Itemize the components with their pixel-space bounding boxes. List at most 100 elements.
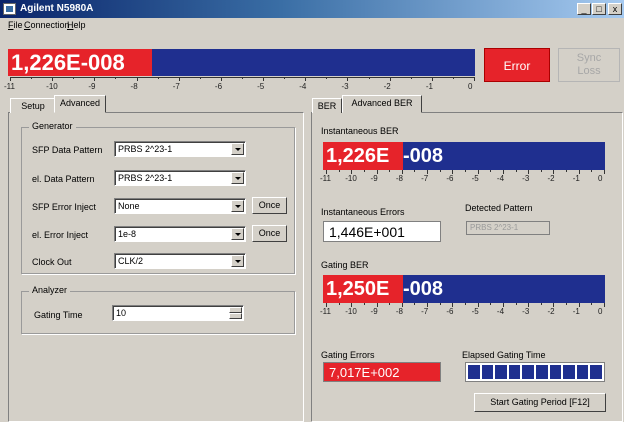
menu-connection[interactable]: Connection [24, 19, 70, 31]
gate-scale-tick-label: -11 [320, 307, 331, 316]
gating-errors-label: Gating Errors [321, 350, 375, 360]
clock-out-select[interactable]: CLK/2 [114, 253, 246, 269]
top-scale-minor-tick [242, 77, 243, 79]
elapsed-gating-time-label: Elapsed Gating Time [462, 350, 546, 360]
sfp-once-button[interactable]: Once [252, 197, 287, 214]
top-scale-tick-mark [305, 77, 307, 81]
gate-scale-minor-tick [591, 303, 593, 305]
start-gating-period-button[interactable]: Start Gating Period [F12] [474, 393, 606, 412]
top-scale-tick-mark [474, 77, 475, 81]
top-scale-tick-mark [431, 77, 433, 81]
minimize-button[interactable]: _ [577, 3, 591, 15]
top-scale-tick-label: -7 [172, 82, 180, 91]
menu-help[interactable]: Help [67, 19, 86, 31]
top-scale-tick-mark [347, 77, 349, 81]
gate-scale-minor-tick [414, 303, 416, 305]
el-data-pattern-select[interactable]: PRBS 2^23-1 [114, 170, 246, 186]
top-scale-tick-label: -9 [88, 82, 96, 91]
window-title: Agilent N5980A [20, 3, 94, 14]
progress-segment [481, 365, 494, 379]
inst-scale-minor-tick [389, 170, 391, 172]
instantaneous-ber-label: Instantaneous BER [321, 126, 399, 136]
generator-group-title: Generator [29, 121, 76, 131]
el-once-button[interactable]: Once [252, 225, 287, 242]
el-data-pattern-label: el. Data Pattern [32, 174, 95, 184]
tab-advanced-ber[interactable]: Advanced BER [342, 95, 422, 113]
instantaneous-errors-value: 1,446E+001 [323, 221, 441, 242]
top-scale-minor-tick [410, 77, 412, 79]
inst-scale-minor-tick [465, 170, 466, 172]
gate-scale-minor-tick [439, 303, 441, 305]
sfp-error-inject-label: SFP Error Inject [32, 202, 96, 212]
gate-scale-tick-label: -9 [370, 307, 378, 316]
gate-scale-tick-label: -7 [421, 307, 429, 316]
top-scale-tick-mark [178, 77, 180, 81]
instantaneous-errors-label: Instantaneous Errors [321, 207, 405, 217]
tab-setup[interactable]: Setup [10, 98, 56, 113]
maximize-button[interactable]: □ [592, 3, 606, 15]
progress-segment [576, 365, 589, 379]
chevron-down-icon[interactable] [231, 143, 244, 155]
gate-scale-tick-label: -4 [496, 307, 505, 316]
sfp-error-inject-select[interactable]: None [114, 198, 246, 214]
inst-scale-tick-label: -9 [370, 174, 378, 183]
window-titlebar: Agilent N5980A [0, 0, 624, 18]
progress-segment [522, 365, 534, 379]
inst-scale-tick-label: -1 [572, 174, 580, 183]
chevron-down-icon[interactable] [231, 172, 244, 184]
top-scale-tick-mark [220, 77, 222, 81]
gating-errors-value: 7,017E+002 [323, 362, 441, 382]
gate-scale-minor-tick [566, 303, 568, 305]
top-scale-minor-tick [199, 77, 201, 79]
instantaneous-ber-exponent: -008 [403, 145, 444, 167]
gating-time-spinner[interactable]: 10 [112, 305, 244, 321]
top-ber-value: 1,226E-008 [8, 49, 152, 76]
gate-scale-tick-label: -1 [572, 307, 580, 316]
chevron-down-icon[interactable] [231, 200, 244, 212]
detected-pattern-label: Detected Pattern [465, 203, 533, 213]
gating-ber-mantissa: 1,250E [323, 275, 403, 303]
chevron-down-icon[interactable] [231, 228, 244, 240]
analyzer-group-title: Analyzer [29, 285, 71, 295]
top-scale-tick-mark [94, 77, 96, 81]
top-scale-minor-tick [73, 77, 75, 79]
inst-scale-tick-label: -10 [345, 174, 357, 183]
inst-scale-tick-label: -7 [421, 174, 429, 183]
inst-scale-tick-label: 0 [598, 174, 603, 183]
gate-scale-minor-tick [515, 303, 517, 305]
inst-scale-minor-tick [414, 170, 416, 172]
inst-scale-tick-label: -11 [320, 174, 331, 183]
el-error-inject-select[interactable]: 1e-8 [114, 226, 246, 242]
top-scale-tick-label: -10 [46, 82, 58, 91]
close-button[interactable]: x [608, 3, 622, 15]
gate-scale-minor-tick [490, 303, 492, 305]
gate-scale-minor-tick [338, 303, 340, 305]
spin-down-icon[interactable] [229, 313, 242, 319]
menu-file[interactable]: File [8, 19, 23, 31]
tab-ber[interactable]: BER [312, 98, 342, 113]
top-scale-tick-label: 0 [468, 82, 473, 91]
inst-scale-tick-label: -2 [547, 174, 555, 183]
inst-scale-minor-tick [566, 170, 568, 172]
top-scale-tick-label: -4 [299, 82, 307, 91]
gating-ber-exponent: -008 [403, 278, 444, 300]
instantaneous-ber-mantissa: 1,226E [323, 142, 403, 170]
progress-segment [535, 365, 548, 379]
gating-time-label: Gating Time [34, 310, 83, 320]
progress-segment [508, 365, 521, 379]
inst-scale-minor-tick [338, 170, 340, 172]
top-scale-tick-label: -1 [425, 82, 433, 91]
progress-segment [495, 365, 507, 379]
tab-advanced[interactable]: Advanced [54, 95, 106, 113]
progress-segment [590, 365, 602, 379]
error-indicator: Error [484, 48, 550, 82]
sfp-data-pattern-select[interactable]: PRBS 2^23-1 [114, 141, 246, 157]
inst-scale-tick-label: -6 [446, 174, 454, 183]
top-scale-tick-label: -6 [214, 82, 223, 91]
top-scale-minor-tick [452, 77, 454, 79]
elapsed-gating-progress [465, 362, 605, 382]
gate-scale-minor-tick [363, 303, 365, 305]
sync-loss-indicator: Sync Loss [558, 48, 620, 82]
inst-scale-minor-tick [591, 170, 593, 172]
chevron-down-icon[interactable] [231, 255, 244, 267]
